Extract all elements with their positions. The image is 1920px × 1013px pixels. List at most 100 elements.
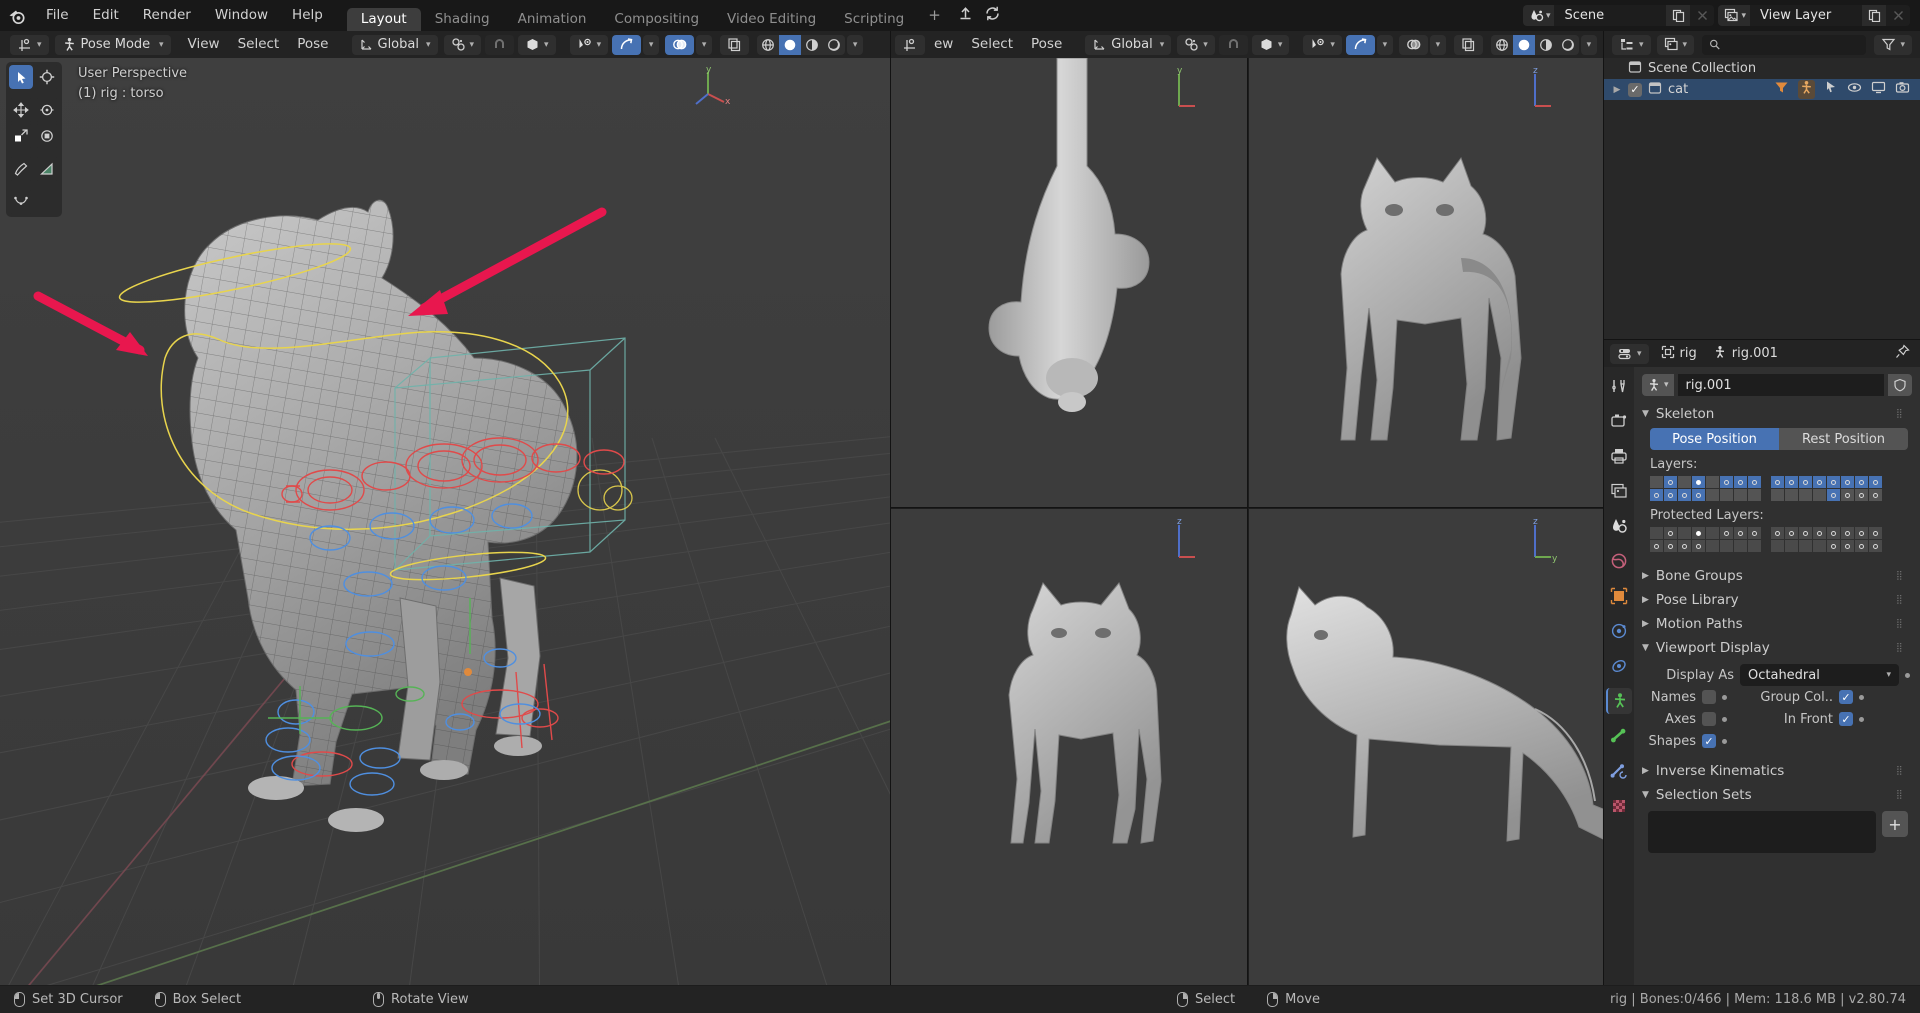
pose-position-button[interactable]: Pose Position [1650,428,1779,450]
proportional-edit-button[interactable]: ▾ [518,34,556,55]
layer-cell[interactable] [1664,489,1677,501]
chevron-right-icon-inverse-kinematics[interactable]: ▶ [1642,766,1649,776]
layer-cell[interactable] [1855,489,1868,501]
workspace-tab-shading[interactable]: Shading [421,8,504,31]
pin-icon[interactable] [1895,344,1910,363]
panel-header-bone-groups[interactable]: ▶ Bone Groups ⣿ [1634,564,1920,588]
protected-layer-cell[interactable] [1855,540,1868,552]
layer-cell[interactable] [1813,476,1826,488]
protected-layers-grid[interactable] [1650,527,1908,552]
armature-icon[interactable] [1798,80,1815,99]
layer-cell[interactable] [1678,489,1691,501]
menu-file[interactable]: File [34,0,81,31]
protected-layer-cell[interactable] [1678,527,1691,539]
panel-header-selection-sets[interactable]: ▼ Selection Sets ⣿ [1634,783,1920,807]
layer-cell[interactable] [1678,476,1691,488]
layer-cell[interactable] [1785,476,1798,488]
properties-editor-type-button[interactable]: ▾ [1610,343,1649,364]
scene-name[interactable]: Scene [1554,5,1667,26]
layer-cell[interactable] [1692,476,1705,488]
layer-cell[interactable] [1720,489,1733,501]
tab-tool[interactable] [1606,373,1632,399]
tab-world[interactable] [1606,548,1632,574]
gizmo-options-chevron-down-icon[interactable]: ▾ [643,34,660,55]
workspace-tab-animation[interactable]: Animation [504,8,601,31]
quad-shading-mode-segmented[interactable] [1490,34,1579,55]
tool-annotate-button[interactable] [9,157,33,181]
protected-layer-cell[interactable] [1827,540,1840,552]
tab-material[interactable] [1606,793,1632,819]
protected-layer-cell[interactable] [1799,527,1812,539]
layer-cell[interactable] [1841,476,1854,488]
quad-shading-solid-button[interactable] [1512,34,1535,55]
layer-cell[interactable] [1841,489,1854,501]
protected-layer-cell[interactable] [1664,540,1677,552]
view-layer-selector[interactable]: ▾ View Layer [1718,5,1910,26]
workspace-tab-compositing[interactable]: Compositing [600,8,713,31]
toggle-xray-button[interactable] [720,34,750,55]
remove-view-layer-button[interactable] [1886,5,1910,26]
protected-layer-cell[interactable] [1827,527,1840,539]
tab-scene[interactable] [1606,513,1632,539]
view-layer-icon[interactable]: ▾ [1718,5,1750,26]
outliner-search-input[interactable] [1702,34,1867,55]
layer-cell[interactable] [1650,489,1663,501]
protected-layer-cell[interactable] [1664,527,1677,539]
visibility-selectability-button[interactable]: ▾ [569,34,609,55]
outliner-row-cat[interactable]: ▶ ✓ cat [1604,79,1920,100]
blender-logo-icon[interactable] [0,0,34,31]
protected-layer-cell[interactable] [1706,540,1719,552]
panel-grip-selection-sets[interactable]: ⣿ [1896,790,1912,799]
protected-layer-cell[interactable] [1841,527,1854,539]
protected-layer-cell[interactable] [1748,527,1761,539]
quad-shading-rendered-button[interactable] [1556,34,1579,55]
names-animate-dot[interactable] [1722,694,1727,700]
axes-animate-dot[interactable] [1722,716,1727,722]
quad-transform-orientation-selector[interactable]: Global ▾ [1085,34,1172,55]
layer-cell[interactable] [1748,489,1761,501]
viewport-menu-view[interactable]: View [179,31,229,58]
add-workspace-button[interactable]: + [918,0,951,31]
protected-layer-cell[interactable] [1650,540,1663,552]
viewport-quad-bottom-right[interactable]: z y [1249,509,1603,985]
quad-shading-wireframe-button[interactable] [1490,34,1513,55]
selection-sets-list[interactable] [1648,811,1876,853]
protected-layer-cell[interactable] [1678,540,1691,552]
collection-checkbox[interactable]: ✓ [1628,82,1642,97]
layer-cell[interactable] [1827,489,1840,501]
layer-cell[interactable] [1855,476,1868,488]
layers-left-block[interactable] [1650,476,1761,501]
layer-cell[interactable] [1706,489,1719,501]
armature-name-field[interactable]: rig.001 [1677,374,1884,396]
properties-body[interactable]: ▾ rig.001 ▼ Skeleton ⣿ Pose Position Res… [1634,367,1920,985]
layer-cell[interactable] [1664,476,1677,488]
protected-layer-cell[interactable] [1799,540,1812,552]
panel-header-pose-library[interactable]: ▶ Pose Library ⣿ [1634,588,1920,612]
chevron-right-icon-motion-paths[interactable]: ▶ [1642,619,1649,629]
layer-cell[interactable] [1720,476,1733,488]
new-view-layer-button[interactable] [1862,5,1886,26]
breadcrumb-data-label[interactable]: rig.001 [1732,346,1778,361]
quad-editor-type-button[interactable] [895,34,925,55]
snap-pivot-button[interactable]: ▾ [443,34,482,55]
area-separator-3[interactable] [891,507,1603,508]
quad-show-gizmo-button[interactable] [1345,34,1375,55]
layer-cell[interactable] [1748,476,1761,488]
panel-header-viewport-display[interactable]: ▼ Viewport Display ⣿ [1634,636,1920,660]
pose-bone-widgets[interactable] [0,58,890,985]
protected-layer-cell[interactable] [1785,540,1798,552]
layer-cell[interactable] [1706,476,1719,488]
viewport-menu-select[interactable]: Select [229,31,289,58]
panel-grip-viewport-display[interactable]: ⣿ [1896,643,1912,652]
quad-shading-material-preview-button[interactable] [1534,34,1557,55]
outliner-editor-type-button[interactable]: ▾ [1612,34,1651,55]
protected-left-bottom-row[interactable] [1650,540,1761,552]
armature-name-row[interactable]: ▾ rig.001 [1634,367,1920,400]
shapes-animate-dot[interactable] [1722,738,1727,744]
menu-edit[interactable]: Edit [81,0,131,31]
group-colors-animate-dot[interactable] [1859,694,1864,700]
protected-right-bottom-row[interactable] [1771,540,1882,552]
panel-grip-skeleton[interactable]: ⣿ [1896,409,1912,418]
in-front-checkbox[interactable]: ✓ [1839,712,1853,726]
protected-layer-cell[interactable] [1650,527,1663,539]
